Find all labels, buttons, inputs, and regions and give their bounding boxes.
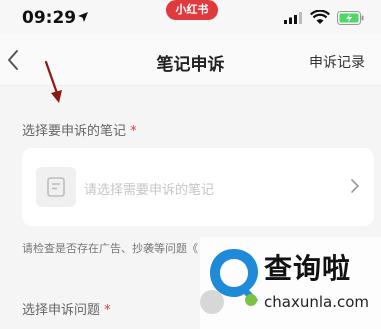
status-bar: 09:29 小红书 bbox=[0, 0, 381, 34]
battery-charging-icon bbox=[337, 11, 364, 25]
note-picker[interactable]: 请选择需要申诉的笔记 bbox=[22, 148, 374, 226]
select-issue-label-text: 选择申诉问题 bbox=[22, 303, 101, 318]
required-mark: * bbox=[104, 303, 111, 318]
appeal-records-link[interactable]: 申诉记录 bbox=[309, 52, 365, 72]
wifi-icon bbox=[310, 10, 330, 24]
chevron-right-icon bbox=[351, 179, 360, 193]
location-arrow-icon bbox=[78, 12, 88, 22]
annotation-arrow-icon bbox=[44, 60, 62, 103]
watermark-domain: chaxunla.com bbox=[264, 293, 369, 311]
watermark-logo-icon bbox=[210, 249, 258, 306]
select-issue-label: 选择申诉问题 * bbox=[22, 299, 111, 318]
note-icon bbox=[47, 177, 65, 197]
app-indicator-pill[interactable]: 小红书 bbox=[166, 0, 218, 20]
select-note-label-text: 选择要申诉的笔记 bbox=[22, 124, 127, 139]
signal-icon bbox=[284, 12, 302, 24]
required-mark: * bbox=[130, 124, 137, 139]
select-note-label: 选择要申诉的笔记 * bbox=[22, 120, 137, 139]
note-thumbnail bbox=[36, 167, 76, 207]
hint-text: 请检查是否存在广告、抄袭等问题《 bbox=[22, 242, 198, 255]
note-picker-placeholder: 请选择需要申诉的笔记 bbox=[84, 183, 215, 198]
watermark-title: 查询啦 bbox=[264, 252, 352, 285]
status-time: 09:29 bbox=[22, 8, 77, 28]
watermark: 查询啦 chaxunla.com bbox=[200, 237, 381, 329]
